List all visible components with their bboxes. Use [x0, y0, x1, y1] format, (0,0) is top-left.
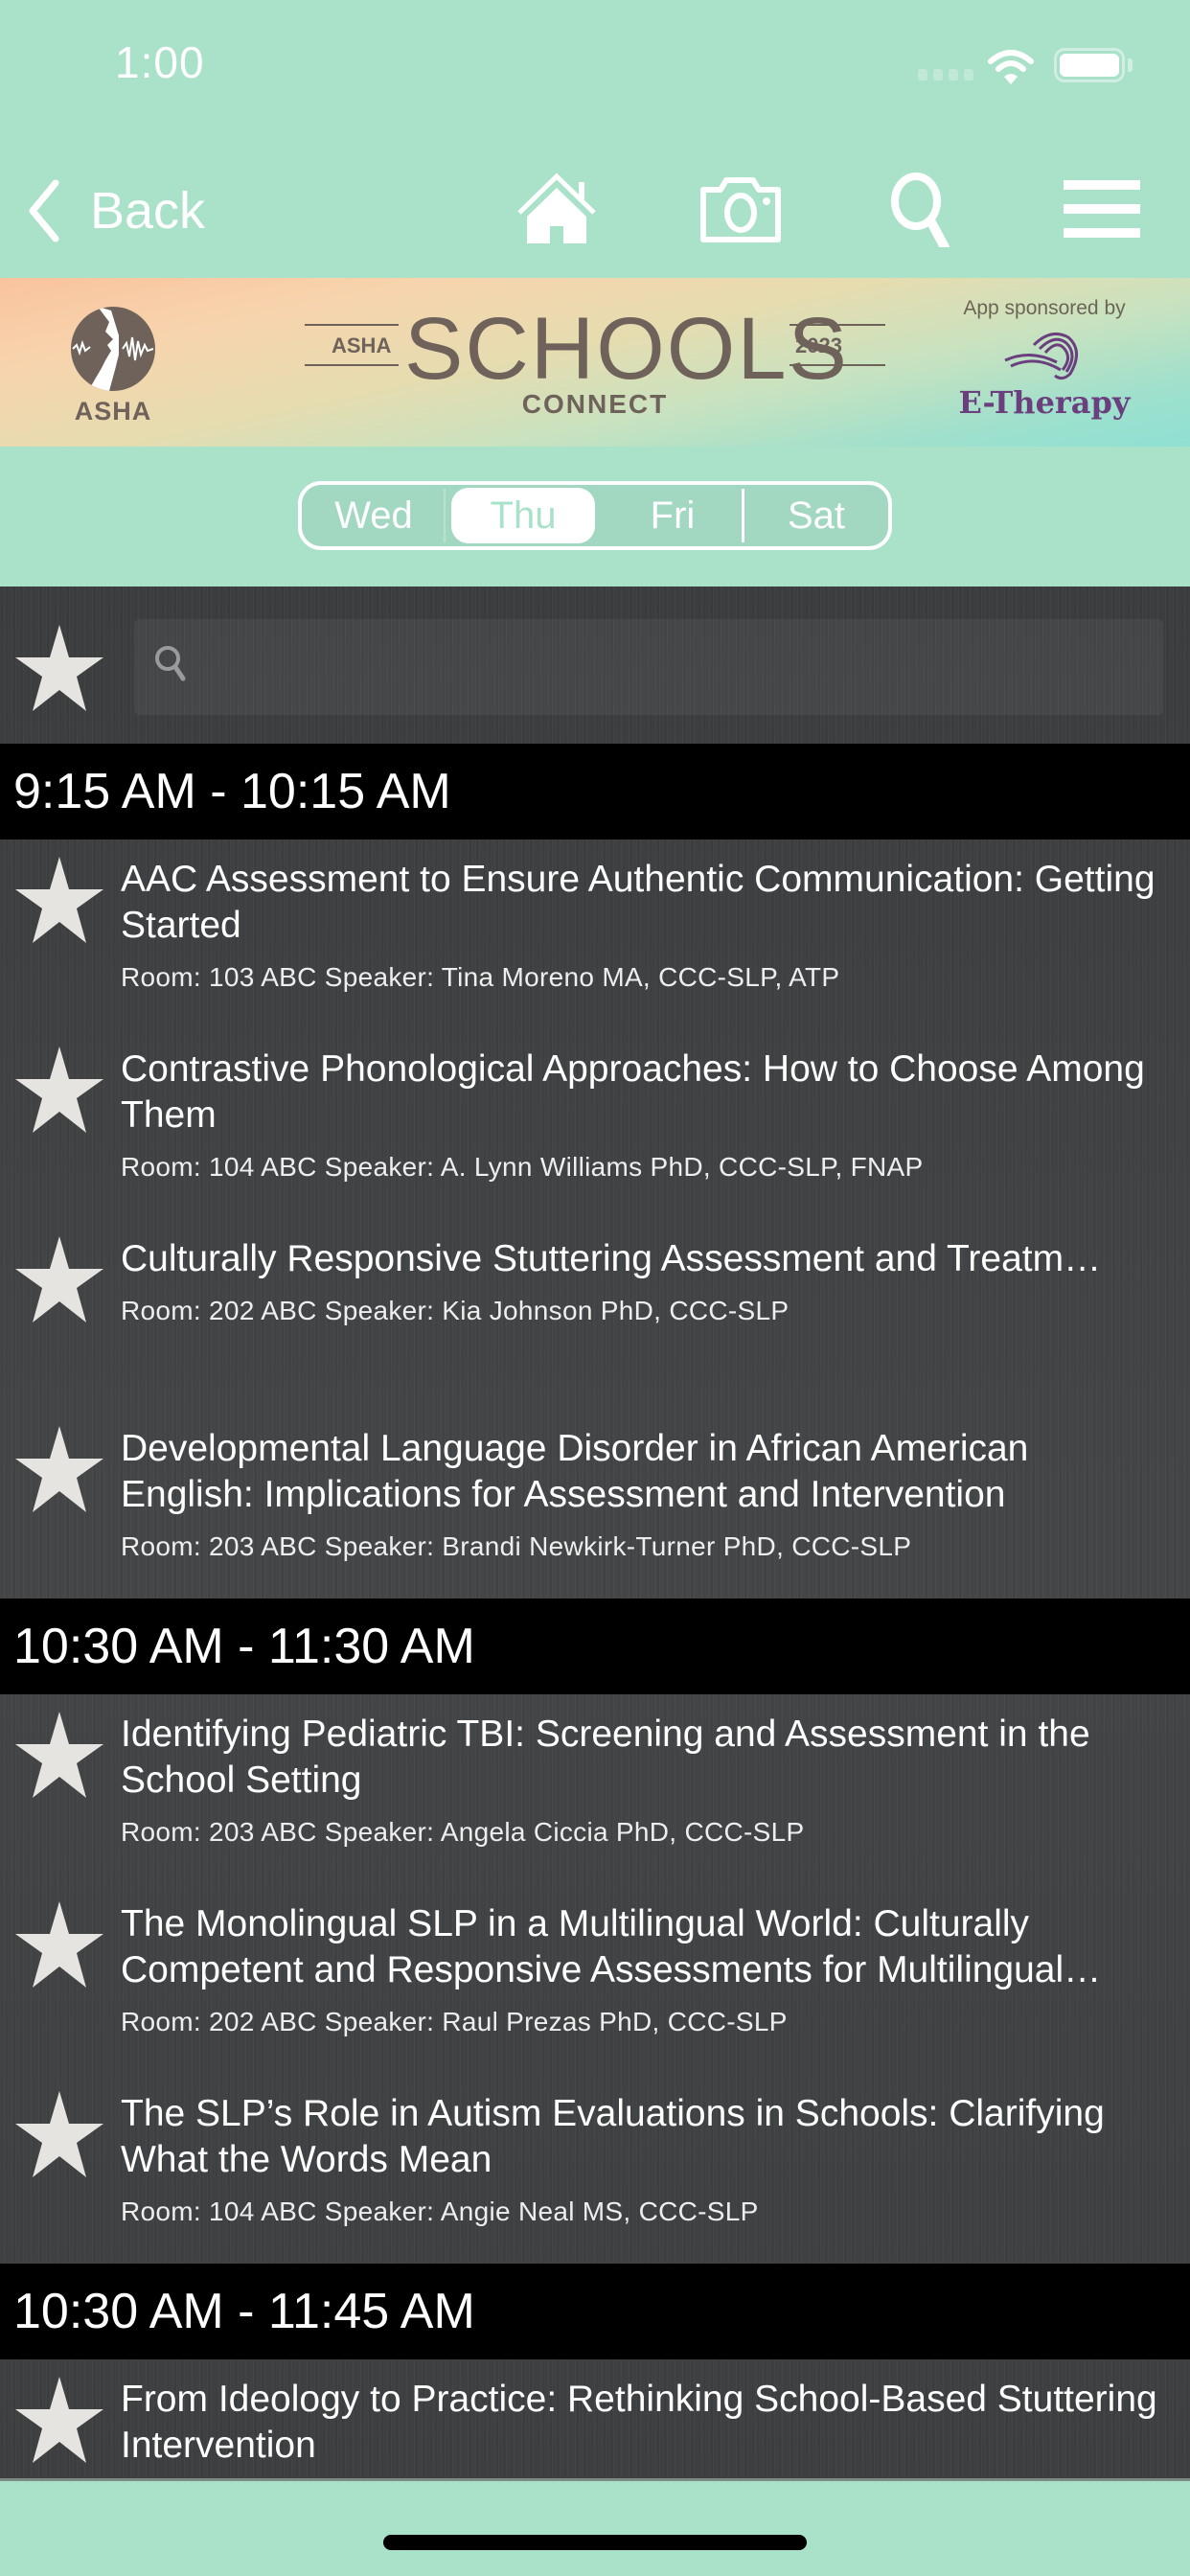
session-item[interactable]: Contrastive Phonological Approaches: How…: [0, 1029, 1190, 1219]
status-time: 1:00: [115, 37, 205, 87]
session-item[interactable]: Culturally Responsive Stuttering Assessm…: [0, 1219, 1190, 1409]
magnifier-icon: [155, 646, 186, 681]
session-item[interactable]: Identifying Pediatric TBI: Screening and…: [0, 1694, 1190, 1884]
session-title: The SLP’s Role in Autism Evaluations in …: [121, 2093, 1105, 2180]
session-title: The Monolingual SLP in a Multilingual Wo…: [121, 1903, 1102, 1990]
session-meta: Room: 104 ABC Speaker: Angie Neal MS, CC…: [121, 2196, 759, 2226]
battery-icon: [1054, 48, 1125, 82]
camera-button[interactable]: [698, 171, 784, 247]
search-row: [0, 586, 1190, 744]
day-segmented-control: Wed Thu Fri Sat: [298, 481, 892, 550]
favorite-star-icon[interactable]: [13, 1422, 105, 1514]
day-tab-sat[interactable]: Sat: [744, 485, 888, 546]
session-title: Identifying Pediatric TBI: Screening and…: [121, 1714, 1090, 1801]
search-button[interactable]: [881, 171, 968, 247]
signal-icon: [918, 69, 973, 80]
session-meta: Room: 203 ABC Speaker: Angela Ciccia PhD…: [121, 1817, 805, 1847]
session-item[interactable]: The Monolingual SLP in a Multilingual Wo…: [0, 1884, 1190, 2074]
search-icon: [891, 172, 950, 247]
favorite-star-icon[interactable]: [13, 1708, 105, 1800]
favorite-star-icon[interactable]: [13, 2373, 105, 2465]
logo-asha-small: ASHA: [332, 334, 392, 357]
favorite-star-icon[interactable]: [13, 1898, 105, 1990]
wifi-icon: [988, 50, 1034, 84]
favorites-filter-star-icon[interactable]: [13, 621, 105, 713]
chevron-left-icon: [29, 179, 59, 242]
session-title: From Ideology to Practice: Rethinking Sc…: [121, 2379, 1157, 2466]
status-bar: 1:00: [0, 0, 1190, 134]
search-input[interactable]: [134, 619, 1163, 715]
nav-bar: Back: [0, 134, 1190, 278]
time-slot-header: 9:15 AM - 10:15 AM: [0, 744, 1190, 840]
favorite-star-icon[interactable]: [13, 2087, 105, 2179]
favorite-star-icon[interactable]: [13, 1232, 105, 1324]
battery-cap: [1128, 58, 1133, 72]
sponsor-logo: App sponsored by E-Therapy: [949, 297, 1140, 421]
conference-banner[interactable]: ASHA ASHA SCHOOLS 2023 CONNECT App spons…: [0, 278, 1190, 447]
asha-logo: ASHA: [67, 307, 159, 426]
day-tab-thu[interactable]: Thu: [451, 488, 595, 543]
session-meta: Room: 202 ABC Speaker: Raul Prezas PhD, …: [121, 2007, 788, 2036]
time-slot-header: 10:30 AM - 11:30 AM: [0, 1598, 1190, 1694]
schedule-list[interactable]: 9:15 AM - 10:15 AM AAC Assessment to Ens…: [0, 586, 1190, 2478]
sponsor-name: E-Therapy: [958, 384, 1131, 421]
day-selector-area: Wed Thu Fri Sat: [0, 447, 1190, 586]
session-meta: Room: 103 ABC Speaker: Tina Moreno MA, C…: [121, 962, 840, 992]
logo-year: 2023: [795, 334, 842, 357]
day-tab-wed[interactable]: Wed: [302, 485, 446, 546]
session-meta: Room: 203 ABC Speaker: Brandi Newkirk-Tu…: [121, 1531, 912, 1561]
session-item[interactable]: AAC Assessment to Ensure Authentic Commu…: [0, 840, 1190, 1029]
menu-icon: [1064, 180, 1140, 238]
session-item[interactable]: From Ideology to Practice: Rethinking Sc…: [0, 2359, 1190, 2478]
back-label: Back: [90, 182, 206, 240]
camera-icon: [700, 177, 781, 242]
session-meta: Room: 104 ABC Speaker: A. Lynn Williams …: [121, 1152, 924, 1182]
home-icon: [517, 172, 596, 243]
session-title: AAC Assessment to Ensure Authentic Commu…: [121, 859, 1156, 946]
logo-schools: SCHOOLS: [404, 300, 849, 398]
home-indicator[interactable]: [383, 2535, 807, 2550]
session-meta: Room: 202 ABC Speaker: Kia Johnson PhD, …: [121, 1296, 790, 1325]
session-title: Culturally Responsive Stuttering Assessm…: [121, 1238, 1102, 1279]
favorite-star-icon[interactable]: [13, 1043, 105, 1135]
bottom-safe-area: [0, 2478, 1190, 2576]
asha-logo-text: ASHA: [74, 397, 152, 426]
session-title: Contrastive Phonological Approaches: How…: [121, 1048, 1145, 1136]
home-button[interactable]: [514, 171, 600, 247]
sponsor-label: App sponsored by: [963, 297, 1126, 319]
asha-face-icon: [71, 307, 155, 391]
logo-connect: CONNECT: [521, 389, 669, 419]
sponsor-mark-icon: [1004, 332, 1078, 380]
schools-connect-logo: ASHA SCHOOLS 2023 CONNECT: [305, 300, 885, 424]
session-item[interactable]: The SLP’s Role in Autism Evaluations in …: [0, 2074, 1190, 2264]
menu-button[interactable]: [1058, 171, 1144, 247]
back-button[interactable]: Back: [23, 172, 205, 249]
time-slot-header: 10:30 AM - 11:45 AM: [0, 2264, 1190, 2359]
favorite-star-icon[interactable]: [13, 853, 105, 945]
session-item[interactable]: Developmental Language Disorder in Afric…: [0, 1409, 1190, 1598]
day-tab-fri[interactable]: Fri: [601, 485, 744, 546]
session-title: Developmental Language Disorder in Afric…: [121, 1428, 1029, 1515]
